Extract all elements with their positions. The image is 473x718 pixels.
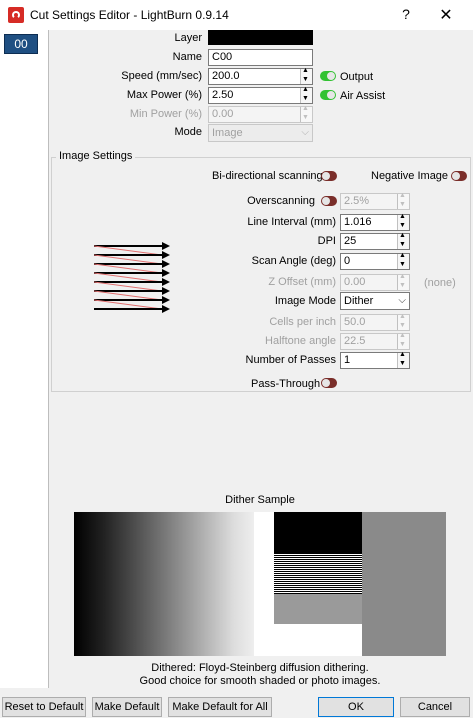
chevron-down-icon: ⌵ (398, 295, 406, 306)
scan-angle-label: Scan Angle (deg) (251, 255, 336, 267)
dither-black-block (274, 512, 362, 554)
line-interval-spin-arrows-icon[interactable] (397, 213, 409, 230)
layer-color-swatch[interactable] (208, 30, 313, 45)
z-offset-spinbox: 0.00 (340, 273, 410, 291)
speed-spin-arrows-icon[interactable] (300, 67, 312, 84)
cells-per-inch-spinbox: 50.0 (340, 313, 410, 331)
min-power-spinbox: 0.00 (208, 105, 313, 123)
scan-angle-spin-arrows-icon[interactable] (397, 252, 409, 269)
min-power-spin-arrows-icon (300, 105, 312, 122)
speed-spinbox[interactable]: 200.0 (208, 67, 313, 85)
dpi-value: 25 (344, 235, 357, 247)
dither-white-block (274, 624, 362, 656)
z-offset-value: 0.00 (344, 276, 366, 288)
min-power-value: 0.00 (212, 108, 234, 120)
number-of-passes-label: Number of Passes (245, 354, 336, 366)
dither-caption-line2: Good choice for smooth shaded or photo i… (139, 675, 381, 687)
dither-stripe-block (274, 554, 362, 594)
dither-white-strip (254, 512, 274, 656)
cells-spin-arrows-icon (397, 313, 409, 330)
z-offset-label: Z Offset (mm) (268, 276, 336, 288)
dpi-label: DPI (317, 235, 336, 247)
line-interval-label: Line Interval (mm) (247, 216, 336, 228)
overscanning-toggle[interactable] (321, 196, 337, 206)
dither-gray-block (274, 594, 362, 624)
dpi-spinbox[interactable]: 25 (340, 232, 410, 250)
negative-image-toggle[interactable] (451, 171, 467, 181)
dither-sample-heading: Dither Sample (225, 494, 295, 506)
dither-right-panel (362, 512, 446, 656)
z-offset-note: (none) (424, 277, 456, 289)
overscanning-spin-arrows-icon (397, 192, 409, 209)
number-of-passes-value: 1 (344, 354, 351, 366)
dither-gradient-image (74, 512, 274, 656)
max-power-spinbox[interactable]: 2.50 (208, 86, 313, 104)
speed-label: Speed (mm/sec) (121, 70, 202, 82)
min-power-label: Min Power (%) (129, 108, 202, 120)
image-mode-value: Dither (344, 295, 374, 307)
air-assist-label: Air Assist (340, 90, 386, 102)
negative-image-label: Negative Image (371, 170, 449, 182)
number-of-passes-spinbox[interactable]: 1 (340, 351, 410, 369)
pass-through-toggle[interactable] (321, 378, 337, 388)
scan-line-arrows-icon (93, 242, 170, 313)
make-default-button[interactable]: Make Default (92, 697, 162, 717)
mode-value: Image (212, 127, 243, 139)
layer-label: Layer (174, 32, 202, 44)
mode-select: Image ⌵ (208, 124, 313, 142)
name-input[interactable]: C00 (208, 49, 313, 66)
title-bar: Cut Settings Editor - LightBurn 0.9.14 ?… (0, 0, 473, 30)
scan-lines-diagram (93, 242, 170, 313)
layer-chip-00[interactable]: 00 (4, 34, 38, 54)
cells-per-inch-value: 50.0 (344, 316, 366, 328)
air-assist-toggle[interactable] (320, 90, 336, 100)
pass-through-label: Pass-Through (251, 378, 321, 390)
dpi-spin-arrows-icon[interactable] (397, 232, 409, 249)
halftone-spin-arrows-icon (397, 332, 409, 349)
scan-angle-spinbox[interactable]: 0 (340, 252, 410, 270)
ok-button[interactable]: OK (318, 697, 394, 717)
halftone-angle-label: Halftone angle (265, 335, 336, 347)
dither-caption-line1: Dithered: Floyd-Steinberg diffusion dith… (151, 662, 369, 674)
halftone-angle-value: 22.5 (344, 335, 366, 347)
image-mode-label: Image Mode (274, 295, 336, 307)
image-settings-title: Image Settings (56, 150, 136, 162)
image-mode-select[interactable]: Dither ⌵ (340, 292, 410, 310)
cells-per-inch-label: Cells per inch (269, 316, 336, 328)
overscanning-value: 2.5% (344, 195, 370, 207)
max-power-label: Max Power (%) (126, 89, 202, 101)
dither-sample-preview (74, 512, 446, 656)
chevron-down-icon: ⌵ (301, 127, 309, 138)
line-interval-value: 1.016 (344, 216, 372, 228)
max-power-spin-arrows-icon[interactable] (300, 86, 312, 103)
halftone-angle-spinbox: 22.5 (340, 332, 410, 350)
close-button[interactable]: ✕ (436, 5, 456, 25)
scan-angle-value: 0 (344, 255, 351, 267)
output-label: Output (340, 71, 374, 83)
bidirectional-toggle[interactable] (321, 171, 337, 181)
passes-spin-arrows-icon[interactable] (397, 351, 409, 368)
line-interval-spinbox[interactable]: 1.016 (340, 213, 410, 231)
output-toggle[interactable] (320, 71, 336, 81)
overscanning-spinbox: 2.5% (340, 192, 410, 210)
help-button[interactable]: ? (398, 6, 414, 24)
speed-value: 200.0 (212, 70, 240, 82)
max-power-value: 2.50 (212, 89, 234, 101)
name-label: Name (172, 51, 202, 63)
overscanning-label: Overscanning (247, 195, 315, 207)
mode-label: Mode (174, 126, 202, 138)
cancel-button[interactable]: Cancel (400, 697, 470, 717)
layer-sidebar (0, 30, 49, 688)
bidirectional-label: Bi-directional scanning (212, 170, 323, 182)
make-default-for-all-button[interactable]: Make Default for All (168, 697, 272, 717)
z-offset-spin-arrows-icon (397, 273, 409, 290)
reset-to-default-button[interactable]: Reset to Default (2, 697, 86, 717)
lightburn-logo-icon (8, 7, 24, 23)
window-title: Cut Settings Editor - LightBurn 0.9.14 (30, 8, 229, 22)
